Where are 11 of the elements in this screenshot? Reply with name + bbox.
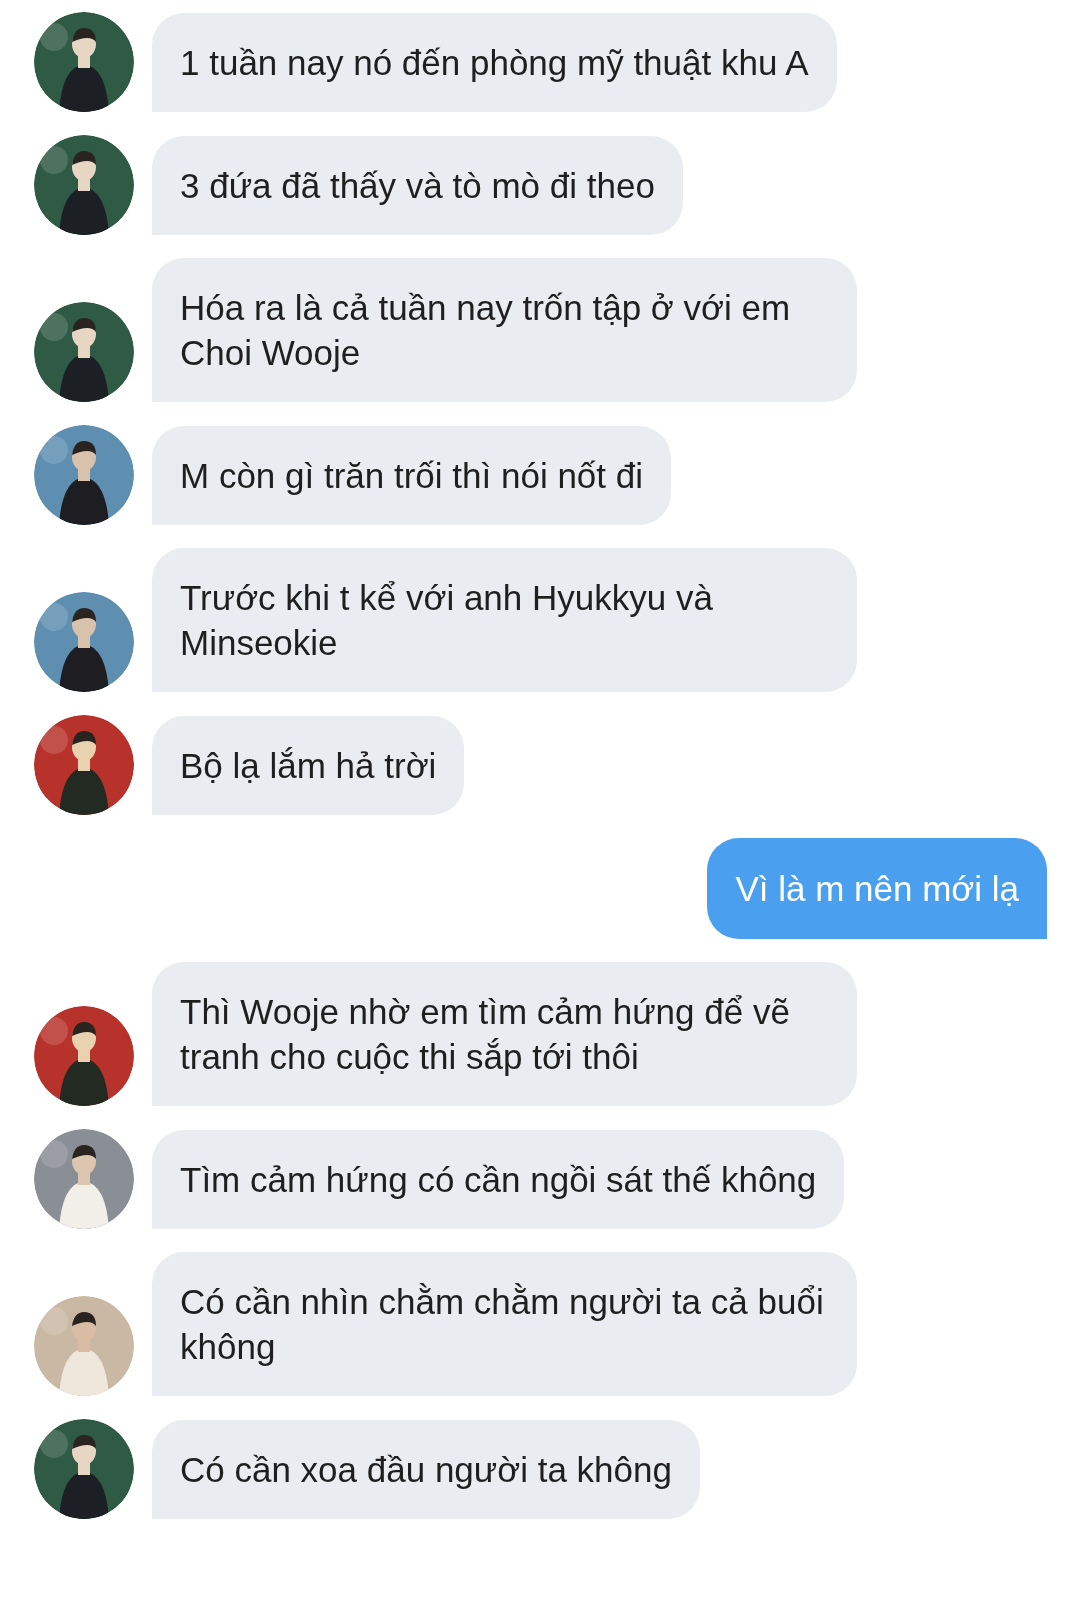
message-bubble: Có cần xoa đầu người ta không (152, 1420, 700, 1519)
message-bubble: Có cần nhìn chằm chằm người ta cả buổi không (152, 1252, 857, 1396)
message-bubble: Hóa ra là cả tuần nay trốn tập ở với em Choi Wooje (152, 258, 857, 402)
message-bubble: 3 đứa đã thấy và tò mò đi theo (152, 136, 683, 235)
message-bubble: Tìm cảm hứng có cần ngồi sát thế không (152, 1130, 845, 1229)
message-bubble: M còn gì trăn trối thì nói nốt đi (152, 426, 671, 525)
message-bubble: Thì Wooje nhờ em tìm cảm hứng để vẽ tranh cho cuộc thi sắp tới thôi (152, 962, 857, 1106)
message-bubble: 1 tuần nay nó đến phòng mỹ thuật khu A (152, 13, 837, 112)
message-bubble: Vì là m nên mới lạ (707, 838, 1047, 939)
message-bubble: Bộ lạ lắm hả trời (152, 716, 465, 815)
message-bubble: Trước khi t kể với anh Hyukkyu và Minseokie (152, 548, 857, 692)
